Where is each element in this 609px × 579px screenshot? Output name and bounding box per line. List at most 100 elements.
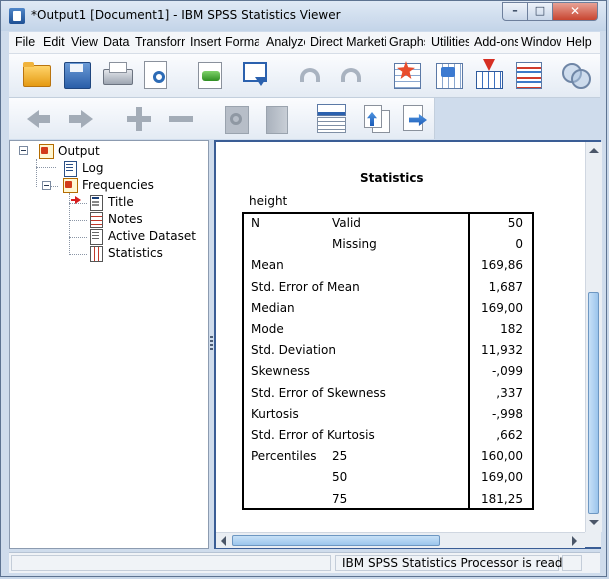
output-book-icon [38, 143, 54, 159]
horizontal-scroll-thumb[interactable] [232, 535, 440, 546]
tree-connector [50, 186, 58, 188]
menu-insert[interactable]: Insert [190, 35, 222, 49]
collapse-frequencies-toggle[interactable] [42, 181, 51, 190]
close-button[interactable]: ✕ [552, 2, 598, 21]
menu-data[interactable]: Data [103, 35, 131, 49]
show-icon[interactable] [221, 103, 253, 135]
statistics-variable-name: height [249, 194, 288, 208]
scroll-down-icon[interactable] [589, 520, 599, 525]
outline-pane[interactable]: Output Log Frequencies Title Notes Activ… [9, 140, 209, 549]
undo-icon[interactable] [294, 59, 326, 91]
forward-arrow-icon[interactable] [65, 103, 97, 135]
tree-label: Frequencies [82, 178, 154, 192]
stat-label: Std. Deviation [251, 343, 336, 357]
active-dataset-icon [88, 228, 104, 245]
maximize-icon: □ [534, 4, 546, 17]
stat-label: Skewness [251, 364, 310, 378]
status-segment [562, 555, 582, 571]
collapse-output-toggle[interactable] [19, 146, 28, 155]
menu-transform[interactable]: Transform [135, 35, 185, 49]
menu-file[interactable]: File [15, 35, 39, 49]
tree-connector [36, 159, 38, 187]
save-icon[interactable] [61, 59, 93, 91]
print-preview-icon[interactable] [141, 59, 173, 91]
stat-sublabel: Valid [332, 216, 361, 230]
recall-dialog-icon[interactable] [241, 59, 273, 91]
scroll-left-icon[interactable] [221, 536, 226, 546]
close-icon: ✕ [569, 4, 581, 18]
statistics-pivot-table[interactable]: N Valid 50 Missing 0 Mean 169,86 Std. Error of … [242, 212, 534, 510]
menu-help[interactable]: Help [566, 35, 596, 49]
minimize-button[interactable]: – [502, 2, 528, 21]
notes-icon [88, 211, 104, 228]
tree-label: Title [108, 195, 134, 209]
menu-edit[interactable]: Edit [43, 35, 69, 49]
tree-connector [69, 220, 87, 222]
stat-label: Percentiles [251, 449, 317, 463]
tree-connector [69, 254, 87, 256]
scroll-corner [585, 532, 601, 547]
title-bar[interactable]: *Output1 [Document1] - IBM SPSS Statisti… [1, 1, 606, 31]
tree-label: Output [58, 144, 100, 158]
menu-view[interactable]: View [71, 35, 99, 49]
designate-window-icon[interactable] [315, 102, 347, 134]
menu-format[interactable]: Format [225, 35, 259, 49]
tree-connector [69, 237, 87, 239]
stat-label: Median [251, 301, 295, 315]
window-title: *Output1 [Document1] - IBM SPSS Statisti… [31, 8, 341, 22]
vertical-scroll-thumb[interactable] [588, 292, 599, 514]
stat-value: 50 [507, 216, 523, 230]
stat-label: Std. Error of Kurtosis [251, 428, 375, 442]
scroll-right-icon[interactable] [572, 536, 577, 546]
stat-label: Std. Error of Mean [251, 280, 360, 294]
expand-icon[interactable] [123, 103, 155, 135]
tree-label: Log [82, 161, 104, 175]
promote-icon[interactable] [361, 102, 393, 134]
stat-value: -,099 [491, 364, 523, 378]
stat-value: 1,687 [488, 280, 523, 294]
demote-icon[interactable] [399, 102, 431, 134]
menu-utilities[interactable]: Utilities [431, 35, 469, 49]
tree-label: Statistics [108, 246, 163, 260]
menu-window[interactable]: Window [521, 35, 561, 49]
outline-toolbar [9, 98, 600, 139]
folder-open-icon[interactable] [21, 59, 53, 91]
stat-value: 181,25 [481, 492, 523, 506]
variables-icon[interactable] [512, 59, 544, 91]
statistics-table-icon [88, 245, 104, 262]
collapse-icon[interactable] [165, 103, 197, 135]
stat-value: 160,00 [481, 449, 523, 463]
menu-analyze[interactable]: Analyze [266, 35, 305, 49]
vertical-scrollbar[interactable] [585, 142, 602, 532]
maximize-button[interactable]: □ [527, 2, 553, 21]
stat-value: ,337 [496, 386, 523, 400]
menu-graphs[interactable]: Graphs [389, 35, 425, 49]
stat-label: Kurtosis [251, 407, 299, 421]
go-to-data-icon[interactable] [391, 59, 423, 91]
spss-app-icon[interactable] [9, 8, 25, 24]
go-to-variable-icon[interactable] [473, 59, 505, 91]
print-icon[interactable] [101, 59, 133, 91]
stat-value: ,662 [496, 428, 523, 442]
export-icon[interactable] [194, 59, 226, 91]
tree-connector [36, 167, 56, 169]
menu-direct-marketing[interactable]: Direct Marketing [310, 35, 386, 49]
back-arrow-icon[interactable] [23, 103, 55, 135]
stat-label: Std. Error of Skewness [251, 386, 386, 400]
redo-icon[interactable] [335, 59, 367, 91]
status-bar: IBM SPSS Statistics Processor is ready [9, 552, 600, 573]
stat-value: 169,00 [481, 301, 523, 315]
table-divider [468, 214, 470, 508]
frequencies-book-icon [62, 177, 78, 193]
hide-icon[interactable] [261, 103, 293, 135]
use-sets-icon[interactable] [561, 61, 593, 93]
minimize-icon: – [512, 4, 518, 17]
splitter-grip-icon [210, 336, 213, 352]
scroll-up-icon[interactable] [589, 148, 599, 153]
menu-add-ons[interactable]: Add-ons [474, 35, 518, 49]
stat-value: 169,86 [481, 258, 523, 272]
stat-sublabel: 75 [332, 492, 348, 506]
go-to-case-icon[interactable] [433, 59, 465, 91]
horizontal-scrollbar[interactable] [216, 532, 585, 548]
current-item-arrow-icon [71, 196, 81, 204]
